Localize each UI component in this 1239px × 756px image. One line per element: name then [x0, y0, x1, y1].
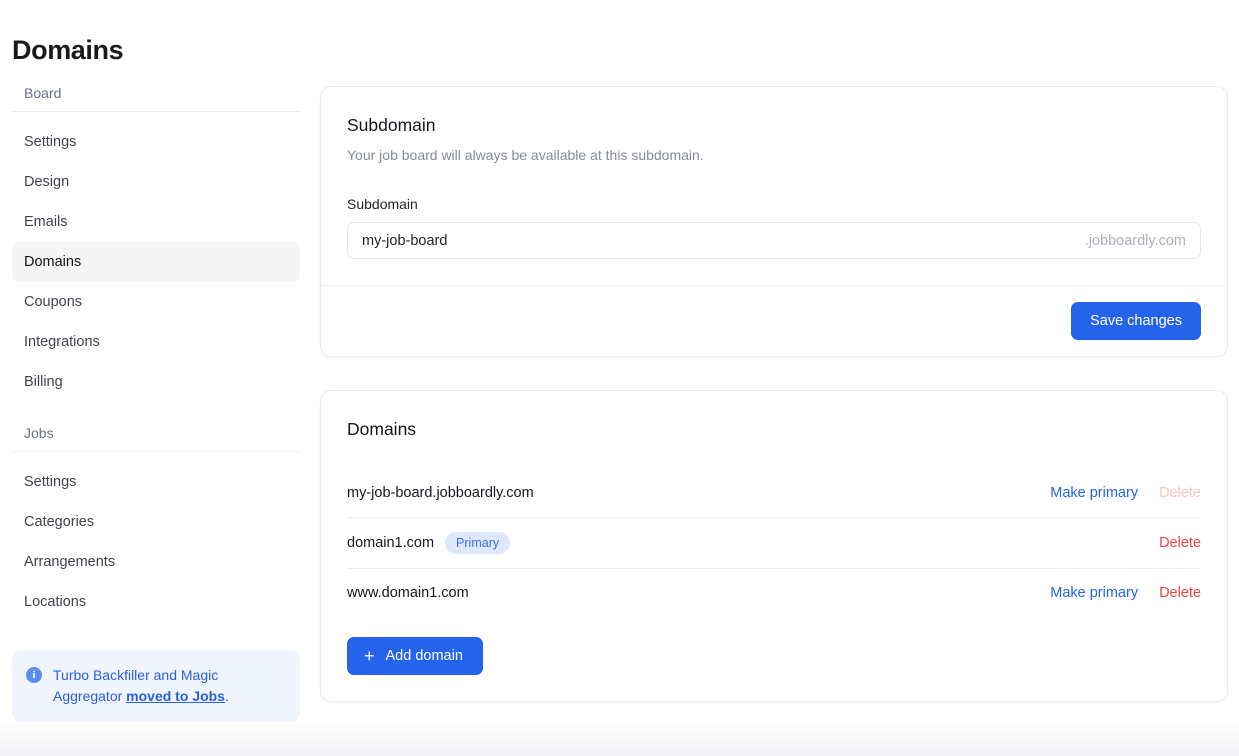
table-row: my-job-board.jobboardly.com Make primary…: [347, 469, 1201, 517]
sidebar-divider: [12, 111, 300, 112]
sidebar-section-label-board: Board: [12, 84, 300, 111]
add-domain-label: Add domain: [386, 647, 463, 665]
sidebar-item-billing[interactable]: Billing: [12, 362, 300, 402]
sidebar-section-label-jobs: Jobs: [12, 424, 300, 451]
make-primary-link[interactable]: Make primary: [1050, 583, 1138, 603]
domain-row-actions: Delete: [1159, 533, 1201, 553]
domain-name: my-job-board.jobboardly.com: [347, 483, 534, 503]
sidebar-item-coupons[interactable]: Coupons: [12, 282, 300, 322]
sidebar-section-jobs: Jobs Settings Categories Arrangements Lo…: [12, 424, 300, 622]
domain-row-left: domain1.com Primary: [347, 532, 510, 554]
info-icon: i: [26, 667, 42, 683]
settings-sidebar: Board Settings Design Emails Domains Cou…: [12, 84, 300, 622]
info-callout-text: Turbo Backfiller and Magic Aggregator mo…: [53, 665, 284, 707]
sidebar-item-settings-board[interactable]: Settings: [12, 122, 300, 162]
info-callout-text-after: .: [225, 688, 229, 704]
domain-name: www.domain1.com: [347, 583, 469, 603]
subdomain-input[interactable]: [362, 233, 1075, 249]
domain-row-left: www.domain1.com: [347, 583, 469, 603]
sidebar-item-locations[interactable]: Locations: [12, 582, 300, 622]
subdomain-input-wrap[interactable]: .jobboardly.com: [347, 222, 1201, 259]
domain-list: my-job-board.jobboardly.com Make primary…: [347, 469, 1201, 617]
sidebar-item-integrations[interactable]: Integrations: [12, 322, 300, 362]
domain-row-left: my-job-board.jobboardly.com: [347, 483, 534, 503]
subdomain-card-subtitle: Your job board will always be available …: [347, 145, 1201, 165]
subdomain-card-body: Subdomain Your job board will always be …: [321, 87, 1227, 285]
domains-settings-page: Domains Board Settings Design Emails Dom…: [0, 0, 1239, 756]
table-row: domain1.com Primary Delete: [347, 517, 1201, 568]
delete-link: Delete: [1159, 483, 1201, 503]
sidebar-item-emails[interactable]: Emails: [12, 202, 300, 242]
status-badge: Primary: [445, 532, 510, 554]
domains-card-body: Domains my-job-board.jobboardly.com Make…: [321, 391, 1227, 701]
delete-link[interactable]: Delete: [1159, 583, 1201, 603]
sidebar-item-arrangements[interactable]: Arrangements: [12, 542, 300, 582]
subdomain-card-title: Subdomain: [347, 113, 1201, 137]
info-callout: i Turbo Backfiller and Magic Aggregator …: [12, 650, 300, 722]
delete-link[interactable]: Delete: [1159, 533, 1201, 553]
add-domain-button[interactable]: + Add domain: [347, 637, 483, 675]
sidebar-divider: [12, 451, 300, 452]
domain-row-actions: Make primary Delete: [1050, 583, 1201, 603]
domains-card: Domains my-job-board.jobboardly.com Make…: [320, 390, 1228, 702]
sidebar-item-domains[interactable]: Domains: [12, 242, 300, 282]
plus-icon: +: [364, 648, 375, 664]
subdomain-field: Subdomain .jobboardly.com: [347, 195, 1201, 259]
save-changes-button[interactable]: Save changes: [1071, 302, 1201, 340]
page-bottom-fade: [0, 722, 1239, 756]
moved-to-jobs-link[interactable]: moved to Jobs: [126, 688, 225, 704]
subdomain-card-footer: Save changes: [321, 285, 1227, 356]
subdomain-card: Subdomain Your job board will always be …: [320, 86, 1228, 357]
make-primary-link[interactable]: Make primary: [1050, 483, 1138, 503]
main-content: Subdomain Your job board will always be …: [320, 86, 1228, 702]
table-row: www.domain1.com Make primary Delete: [347, 568, 1201, 617]
domain-row-actions: Make primary Delete: [1050, 483, 1201, 503]
subdomain-field-label: Subdomain: [347, 195, 1201, 213]
domain-name: domain1.com: [347, 533, 434, 553]
domains-card-title: Domains: [347, 417, 1201, 441]
subdomain-suffix: .jobboardly.com: [1075, 233, 1186, 249]
sidebar-item-design[interactable]: Design: [12, 162, 300, 202]
page-title: Domains: [12, 34, 123, 66]
sidebar-item-categories[interactable]: Categories: [12, 502, 300, 542]
sidebar-section-board: Board Settings Design Emails Domains Cou…: [12, 84, 300, 402]
sidebar-item-settings-jobs[interactable]: Settings: [12, 462, 300, 502]
